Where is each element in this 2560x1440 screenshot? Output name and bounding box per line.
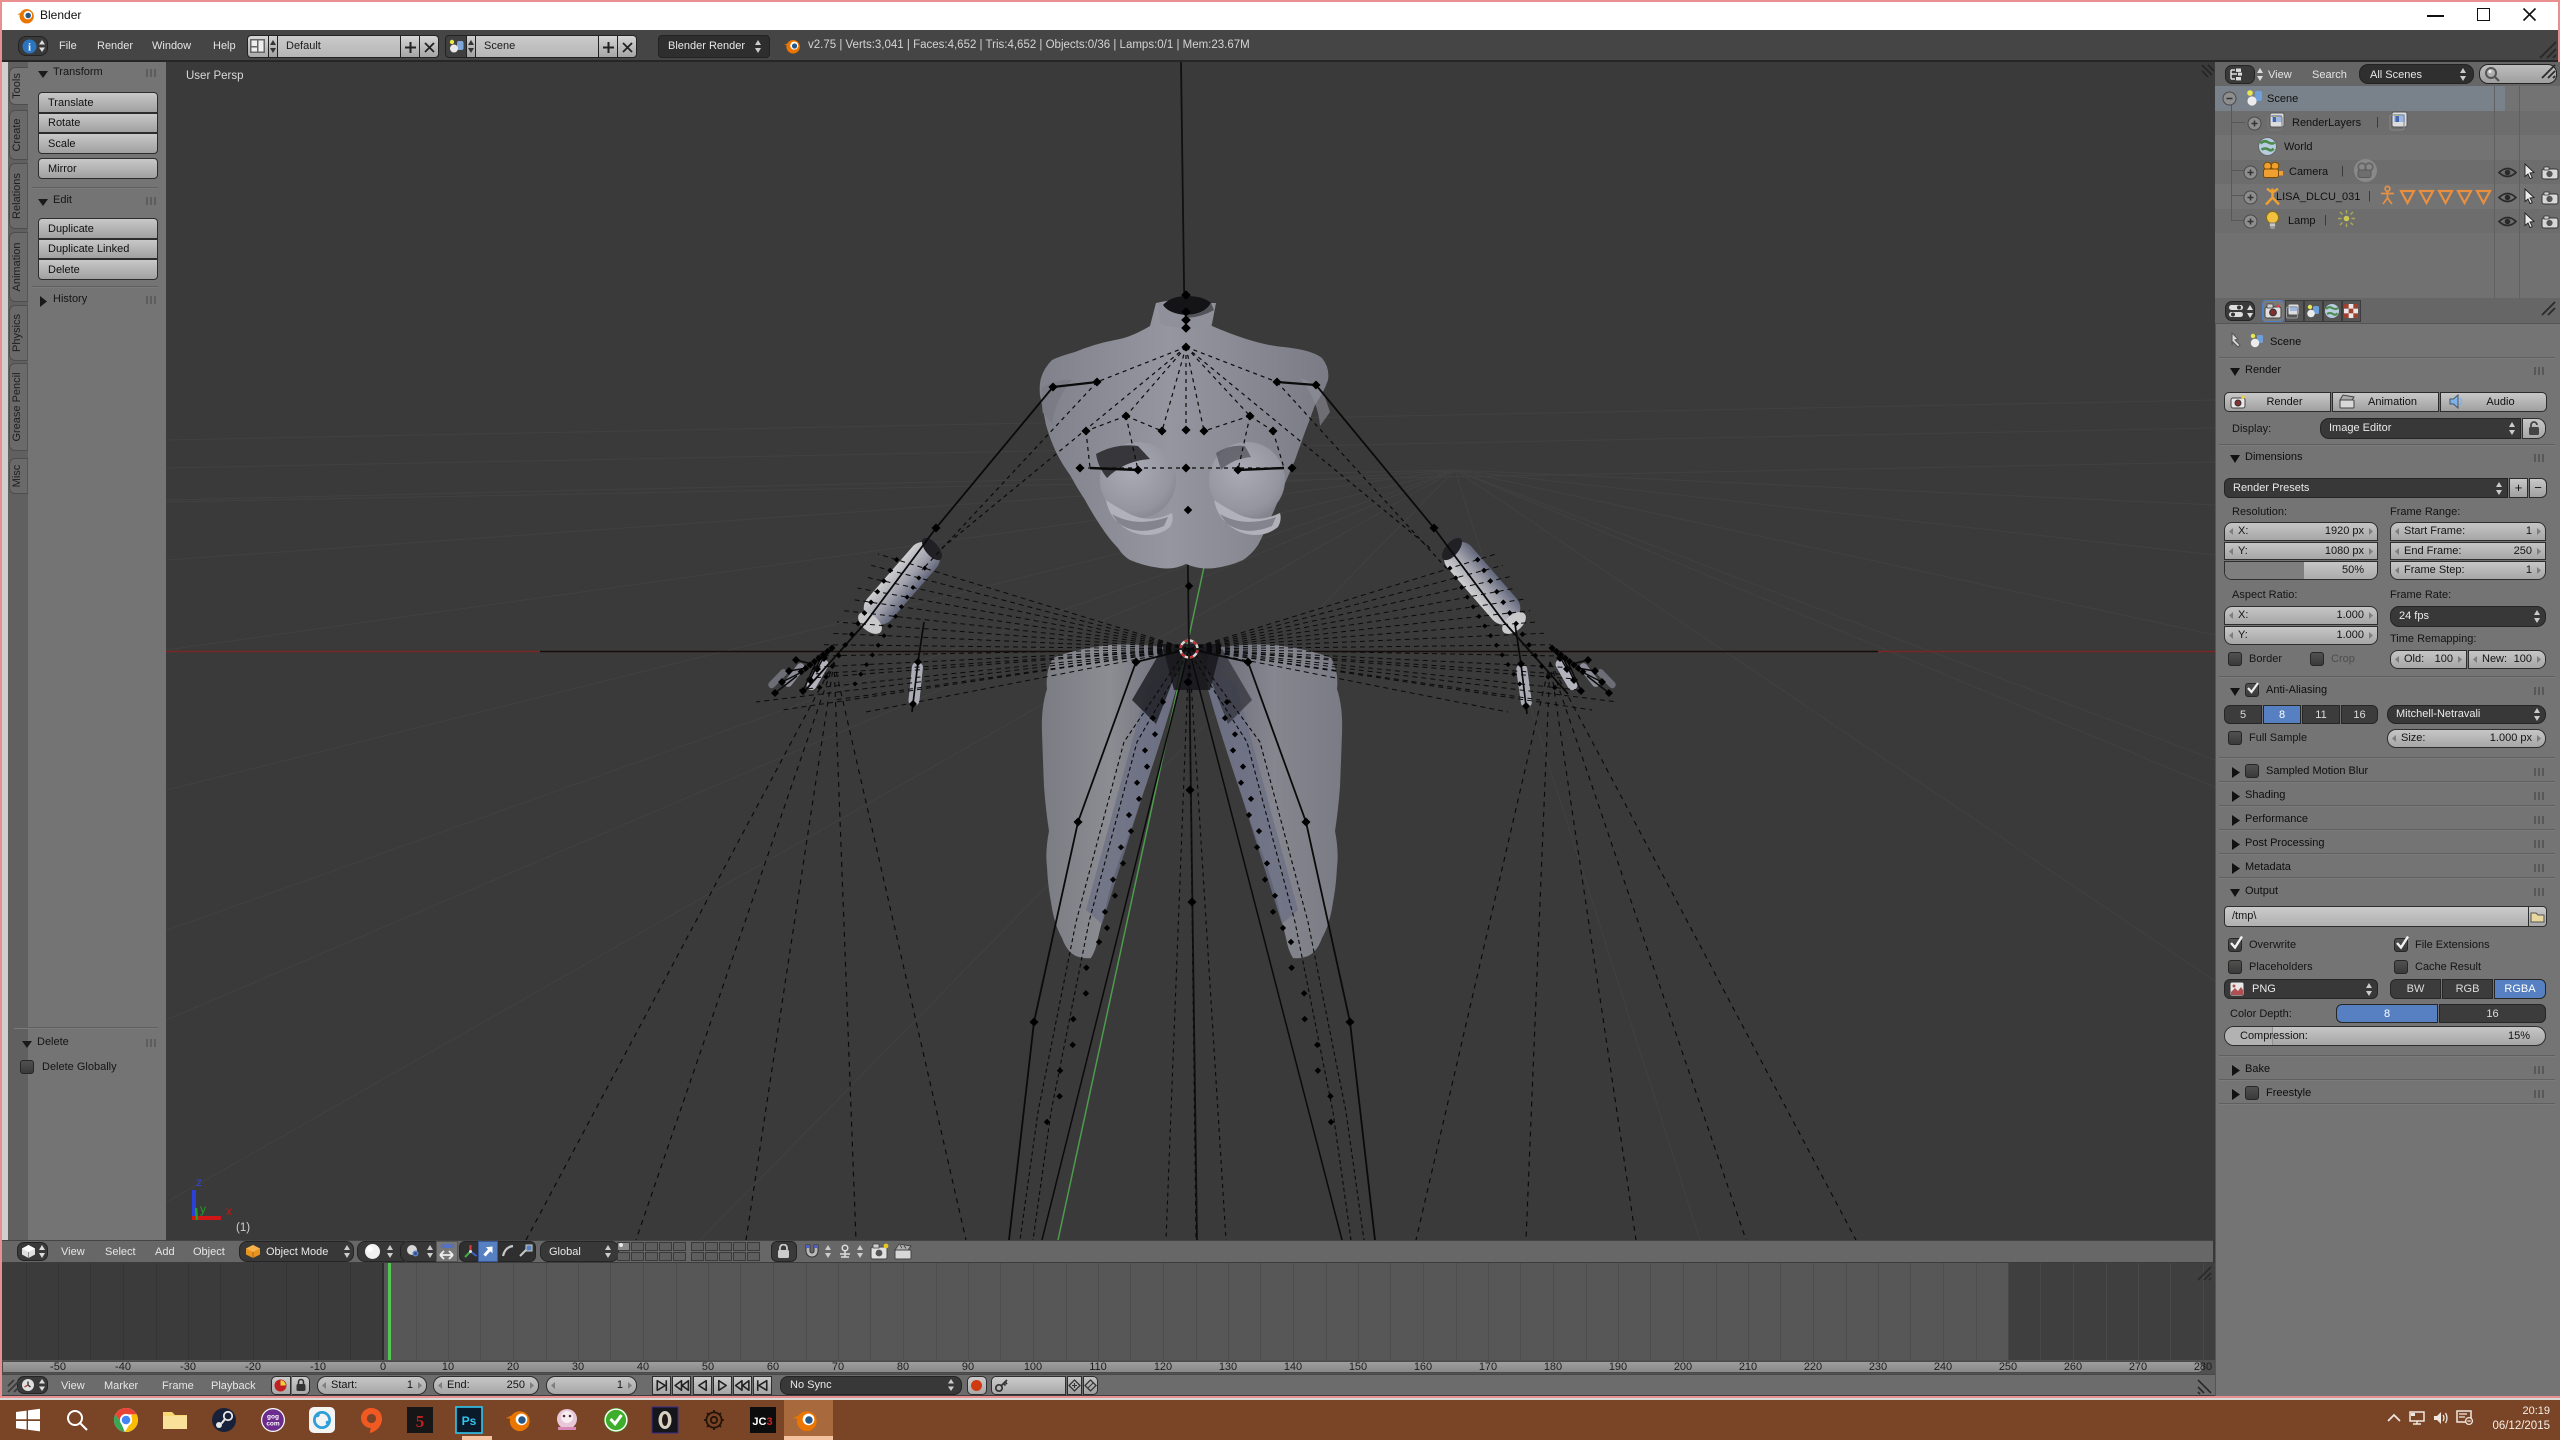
svg-text:(1): (1): [236, 1222, 250, 1234]
svg-text:i: i: [28, 42, 31, 54]
svg-text:com: com: [266, 1421, 280, 1428]
svg-text:y: y: [200, 1202, 206, 1216]
svg-text:Ps: Ps: [462, 1414, 477, 1428]
svg-text:5: 5: [416, 1412, 425, 1431]
svg-text:JC3: JC3: [752, 1416, 772, 1428]
svg-text:x: x: [226, 1204, 232, 1218]
svg-text:gog: gog: [267, 1414, 279, 1421]
svg-text:z: z: [196, 1175, 202, 1189]
svg-text:User Persp: User Persp: [186, 70, 244, 82]
